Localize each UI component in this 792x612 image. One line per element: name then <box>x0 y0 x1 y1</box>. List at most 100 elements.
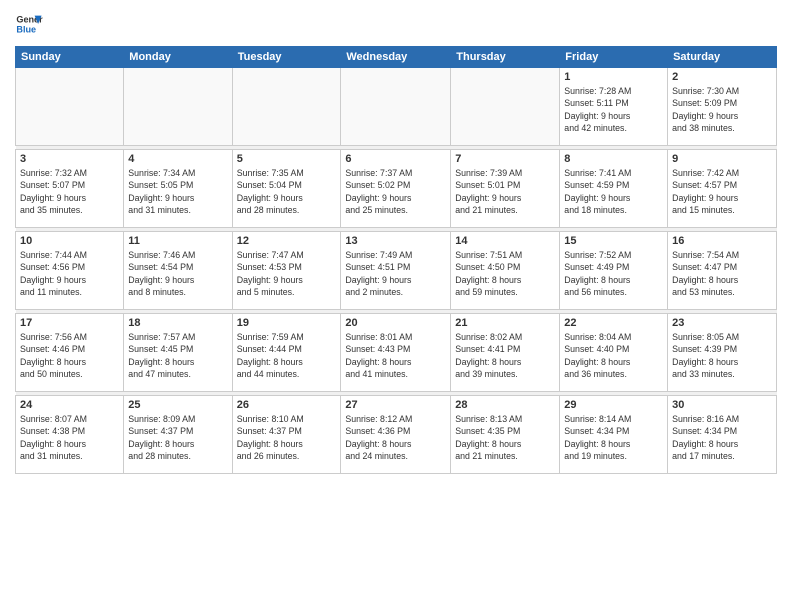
day-number: 20 <box>345 317 446 329</box>
logo-icon: General Blue <box>15 10 43 38</box>
calendar-cell: 17 Sunrise: 7:56 AM Sunset: 4:46 PM Dayli… <box>16 314 124 392</box>
day-info: Sunrise: 7:51 AM Sunset: 4:50 PM Dayligh… <box>455 249 555 298</box>
day-number: 29 <box>564 399 663 411</box>
calendar-cell <box>451 68 560 146</box>
day-info: Sunrise: 7:47 AM Sunset: 4:53 PM Dayligh… <box>237 249 337 298</box>
day-info: Sunrise: 7:52 AM Sunset: 4:49 PM Dayligh… <box>564 249 663 298</box>
day-number: 19 <box>237 317 337 329</box>
calendar-cell: 16 Sunrise: 7:54 AM Sunset: 4:47 PM Dayli… <box>668 232 777 310</box>
day-number: 13 <box>345 235 446 247</box>
day-info: Sunrise: 7:30 AM Sunset: 5:09 PM Dayligh… <box>672 85 772 134</box>
day-number: 9 <box>672 153 772 165</box>
day-number: 11 <box>128 235 227 247</box>
day-number: 24 <box>20 399 119 411</box>
calendar-cell: 19 Sunrise: 7:59 AM Sunset: 4:44 PM Dayli… <box>232 314 341 392</box>
day-info: Sunrise: 7:39 AM Sunset: 5:01 PM Dayligh… <box>455 167 555 216</box>
calendar-cell: 26Sunrise: 8:10 AM Sunset: 4:37 PM Dayli… <box>232 396 341 474</box>
weekday-header-monday: Monday <box>124 47 232 68</box>
day-number: 30 <box>672 399 772 411</box>
calendar-cell <box>124 68 232 146</box>
week-row-2: 3 Sunrise: 7:32 AM Sunset: 5:07 PM Daylig… <box>16 150 777 228</box>
day-info: Sunrise: 8:05 AM Sunset: 4:39 PM Dayligh… <box>672 331 772 380</box>
weekday-header-row: SundayMondayTuesdayWednesdayThursdayFrid… <box>16 47 777 68</box>
calendar-cell: 29 Sunrise: 8:14 AM Sunset: 4:34 PM Dayli… <box>560 396 668 474</box>
day-number: 8 <box>564 153 663 165</box>
day-info: Sunrise: 7:49 AM Sunset: 4:51 PM Dayligh… <box>345 249 446 298</box>
day-info: Sunrise: 8:10 AM Sunset: 4:37 PM Dayligh… <box>237 413 337 462</box>
day-number: 16 <box>672 235 772 247</box>
day-info: Sunrise: 7:56 AM Sunset: 4:46 PM Dayligh… <box>20 331 119 380</box>
day-info: Sunrise: 8:14 AM Sunset: 4:34 PM Dayligh… <box>564 413 663 462</box>
day-info: Sunrise: 7:57 AM Sunset: 4:45 PM Dayligh… <box>128 331 227 380</box>
calendar-cell <box>232 68 341 146</box>
day-number: 27 <box>345 399 446 411</box>
calendar-cell: 8 Sunrise: 7:41 AM Sunset: 4:59 PM Daylig… <box>560 150 668 228</box>
page: General Blue SundayMondayTuesdayWednesda… <box>0 0 792 612</box>
day-info: Sunrise: 8:01 AM Sunset: 4:43 PM Dayligh… <box>345 331 446 380</box>
day-info: Sunrise: 8:07 AM Sunset: 4:38 PM Dayligh… <box>20 413 119 462</box>
calendar-cell: 28 Sunrise: 8:13 AM Sunset: 4:35 PM Dayli… <box>451 396 560 474</box>
calendar-cell: 12Sunrise: 7:47 AM Sunset: 4:53 PM Dayli… <box>232 232 341 310</box>
day-number: 25 <box>128 399 227 411</box>
calendar-cell: 11 Sunrise: 7:46 AM Sunset: 4:54 PM Dayli… <box>124 232 232 310</box>
weekday-header-saturday: Saturday <box>668 47 777 68</box>
day-info: Sunrise: 8:12 AM Sunset: 4:36 PM Dayligh… <box>345 413 446 462</box>
calendar-cell: 23 Sunrise: 8:05 AM Sunset: 4:39 PM Dayli… <box>668 314 777 392</box>
calendar-cell: 20 Sunrise: 8:01 AM Sunset: 4:43 PM Dayli… <box>341 314 451 392</box>
day-number: 3 <box>20 153 119 165</box>
day-number: 18 <box>128 317 227 329</box>
weekday-header-wednesday: Wednesday <box>341 47 451 68</box>
day-number: 23 <box>672 317 772 329</box>
weekday-header-sunday: Sunday <box>16 47 124 68</box>
day-info: Sunrise: 7:59 AM Sunset: 4:44 PM Dayligh… <box>237 331 337 380</box>
calendar-cell: 18 Sunrise: 7:57 AM Sunset: 4:45 PM Dayli… <box>124 314 232 392</box>
day-info: Sunrise: 8:09 AM Sunset: 4:37 PM Dayligh… <box>128 413 227 462</box>
calendar-table: SundayMondayTuesdayWednesdayThursdayFrid… <box>15 46 777 474</box>
calendar-cell: 14Sunrise: 7:51 AM Sunset: 4:50 PM Dayli… <box>451 232 560 310</box>
day-info: Sunrise: 7:46 AM Sunset: 4:54 PM Dayligh… <box>128 249 227 298</box>
calendar-cell: 9Sunrise: 7:42 AM Sunset: 4:57 PM Daylig… <box>668 150 777 228</box>
day-number: 10 <box>20 235 119 247</box>
calendar-cell: 6Sunrise: 7:37 AM Sunset: 5:02 PM Daylig… <box>341 150 451 228</box>
calendar-cell: 22 Sunrise: 8:04 AM Sunset: 4:40 PM Dayli… <box>560 314 668 392</box>
logo: General Blue <box>15 10 43 38</box>
day-info: Sunrise: 8:04 AM Sunset: 4:40 PM Dayligh… <box>564 331 663 380</box>
calendar-cell: 10Sunrise: 7:44 AM Sunset: 4:56 PM Dayli… <box>16 232 124 310</box>
day-info: Sunrise: 8:16 AM Sunset: 4:34 PM Dayligh… <box>672 413 772 462</box>
day-info: Sunrise: 8:02 AM Sunset: 4:41 PM Dayligh… <box>455 331 555 380</box>
calendar-cell: 3 Sunrise: 7:32 AM Sunset: 5:07 PM Daylig… <box>16 150 124 228</box>
calendar-cell: 30 Sunrise: 8:16 AM Sunset: 4:34 PM Dayli… <box>668 396 777 474</box>
calendar-cell: 1 Sunrise: 7:28 AM Sunset: 5:11 PM Daylig… <box>560 68 668 146</box>
day-info: Sunrise: 7:37 AM Sunset: 5:02 PM Dayligh… <box>345 167 446 216</box>
header: General Blue <box>15 10 777 38</box>
weekday-header-thursday: Thursday <box>451 47 560 68</box>
calendar-cell: 15 Sunrise: 7:52 AM Sunset: 4:49 PM Dayli… <box>560 232 668 310</box>
day-number: 2 <box>672 71 772 83</box>
day-number: 28 <box>455 399 555 411</box>
day-info: Sunrise: 7:34 AM Sunset: 5:05 PM Dayligh… <box>128 167 227 216</box>
day-number: 22 <box>564 317 663 329</box>
calendar-cell: 2 Sunrise: 7:30 AM Sunset: 5:09 PM Daylig… <box>668 68 777 146</box>
day-number: 15 <box>564 235 663 247</box>
calendar-cell: 5Sunrise: 7:35 AM Sunset: 5:04 PM Daylig… <box>232 150 341 228</box>
day-info: Sunrise: 8:13 AM Sunset: 4:35 PM Dayligh… <box>455 413 555 462</box>
calendar-cell: 4 Sunrise: 7:34 AM Sunset: 5:05 PM Daylig… <box>124 150 232 228</box>
calendar-cell: 21 Sunrise: 8:02 AM Sunset: 4:41 PM Dayli… <box>451 314 560 392</box>
day-info: Sunrise: 7:41 AM Sunset: 4:59 PM Dayligh… <box>564 167 663 216</box>
day-info: Sunrise: 7:28 AM Sunset: 5:11 PM Dayligh… <box>564 85 663 134</box>
week-row-4: 17 Sunrise: 7:56 AM Sunset: 4:46 PM Dayli… <box>16 314 777 392</box>
calendar-cell: 7Sunrise: 7:39 AM Sunset: 5:01 PM Daylig… <box>451 150 560 228</box>
svg-text:Blue: Blue <box>16 24 36 34</box>
week-row-3: 10Sunrise: 7:44 AM Sunset: 4:56 PM Dayli… <box>16 232 777 310</box>
day-number: 5 <box>237 153 337 165</box>
day-number: 21 <box>455 317 555 329</box>
day-number: 4 <box>128 153 227 165</box>
weekday-header-friday: Friday <box>560 47 668 68</box>
week-row-5: 24 Sunrise: 8:07 AM Sunset: 4:38 PM Dayli… <box>16 396 777 474</box>
calendar-cell: 24 Sunrise: 8:07 AM Sunset: 4:38 PM Dayli… <box>16 396 124 474</box>
day-number: 1 <box>564 71 663 83</box>
calendar-cell: 25 Sunrise: 8:09 AM Sunset: 4:37 PM Dayli… <box>124 396 232 474</box>
day-number: 17 <box>20 317 119 329</box>
day-info: Sunrise: 7:54 AM Sunset: 4:47 PM Dayligh… <box>672 249 772 298</box>
day-info: Sunrise: 7:32 AM Sunset: 5:07 PM Dayligh… <box>20 167 119 216</box>
